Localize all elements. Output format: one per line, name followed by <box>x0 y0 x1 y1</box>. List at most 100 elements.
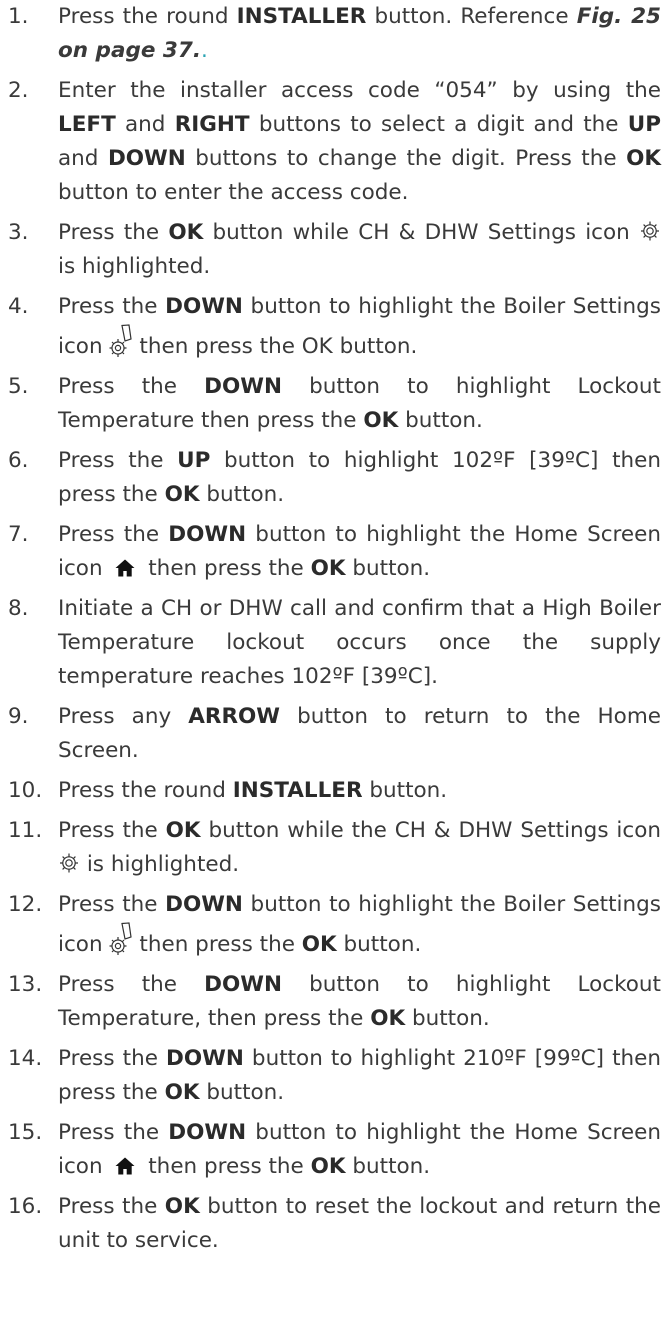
step-text: Enter the installer access code “054” by… <box>58 78 661 103</box>
step-number: 12. <box>8 892 43 917</box>
instruction-step: 13. Press the DOWN button to highlight Lo… <box>8 968 661 1036</box>
step-text: buttons to change the digit. Press the <box>185 146 627 171</box>
button-name-emphasis: OK <box>370 1006 406 1031</box>
step-text: Press the <box>58 1194 165 1219</box>
boiler-settings-icon <box>109 324 139 358</box>
button-name-emphasis: RIGHT <box>174 112 250 137</box>
instruction-step: 16. Press the OK button to reset the lock… <box>8 1190 661 1258</box>
button-name-emphasis: DOWN <box>168 1120 247 1145</box>
instruction-step: 1. Press the round INSTALLER button. Refe… <box>8 0 661 68</box>
step-number: 14. <box>8 1046 43 1071</box>
step-text: button to enter the access code. <box>58 180 409 205</box>
step-number: 9. <box>8 704 29 729</box>
button-name-emphasis: OK <box>165 818 201 843</box>
step-text: button. <box>398 408 483 433</box>
step-text: buttons to select a digit and the <box>249 112 628 137</box>
button-name-emphasis: DOWN <box>204 972 282 997</box>
instruction-step: 9. Press any ARROW button to return to th… <box>8 700 661 768</box>
step-number: 2. <box>8 78 29 103</box>
button-name-emphasis: DOWN <box>165 892 243 917</box>
button-name-emphasis: OK <box>164 482 200 507</box>
button-name-emphasis: INSTALLER <box>236 4 367 29</box>
step-text: Press the <box>58 818 166 843</box>
step-text: button. <box>336 932 422 957</box>
step-text: Press the round <box>58 778 233 803</box>
step-text: button. Reference <box>366 4 577 29</box>
instruction-step: 2. Enter the installer access code “054” … <box>8 74 661 210</box>
stray-period: . <box>201 38 208 63</box>
button-name-emphasis: DOWN <box>165 294 243 319</box>
instruction-step: 14. Press the DOWN button to highlight 21… <box>8 1042 661 1110</box>
step-text: Press the <box>58 294 166 319</box>
step-text: button. <box>362 778 448 803</box>
button-name-emphasis: OK <box>164 1194 200 1219</box>
step-text: and <box>115 112 175 137</box>
step-text: is highlighted. <box>58 254 211 279</box>
home-icon <box>115 559 135 577</box>
instruction-step: 15. Press the DOWN button to highlight th… <box>8 1116 661 1184</box>
instruction-step: 4. Press the DOWN button to highlight the… <box>8 290 661 364</box>
button-name-emphasis: DOWN <box>166 1046 244 1071</box>
step-text: Press the <box>58 522 169 547</box>
instruction-step: 5. Press the DOWN button to highlight Loc… <box>8 370 661 438</box>
instruction-step: 11. Press the OK button while the CH & DH… <box>8 814 661 882</box>
step-text: Press the <box>58 892 166 917</box>
button-name-emphasis: OK <box>310 1154 346 1179</box>
step-text: Press the <box>58 448 178 473</box>
step-text: Press the <box>58 374 205 399</box>
button-name-emphasis: UP <box>177 448 211 473</box>
step-text: button. <box>199 1080 285 1105</box>
button-name-emphasis: OK <box>164 1080 200 1105</box>
instruction-step: 10. Press the round INSTALLER button. <box>8 774 661 808</box>
step-text: Press the <box>58 220 169 245</box>
instruction-step: 6. Press the UP button to highlight 102ºF… <box>8 444 661 512</box>
step-text: button. <box>405 1006 490 1031</box>
step-number: 13. <box>8 972 43 997</box>
step-number: 8. <box>8 596 29 621</box>
button-name-emphasis: DOWN <box>204 374 282 399</box>
step-text: button. <box>199 482 285 507</box>
step-text: button while the CH & DHW Settings icon <box>200 818 661 843</box>
step-text: Initiate a CH or DHW call and confirm th… <box>58 596 661 689</box>
button-name-emphasis: OK <box>301 932 337 957</box>
step-text: button. <box>345 1154 431 1179</box>
step-text: and <box>58 146 108 171</box>
instruction-step: 3. Press the OK button while CH & DHW Set… <box>8 216 661 284</box>
step-text: button while CH & DHW Settings icon <box>203 220 639 245</box>
step-number: 7. <box>8 522 29 547</box>
step-number: 6. <box>8 448 29 473</box>
step-number: 3. <box>8 220 29 245</box>
step-text: then press the <box>141 556 311 581</box>
instruction-step: 12. Press the DOWN button to highlight th… <box>8 888 661 962</box>
step-text: Press the <box>58 972 205 997</box>
instruction-step: 7. Press the DOWN button to highlight the… <box>8 518 661 586</box>
button-name-emphasis: LEFT <box>58 112 116 137</box>
gear-settings-icon <box>639 219 661 243</box>
step-text: Press the <box>58 1046 167 1071</box>
instruction-step: 8. Initiate a CH or DHW call and confirm … <box>8 592 661 694</box>
step-number: 11. <box>8 818 43 843</box>
button-name-emphasis: OK <box>168 220 204 245</box>
gear-settings-icon <box>58 851 80 875</box>
step-list: 1. Press the round INSTALLER button. Refe… <box>8 0 661 1258</box>
step-text: then press the <box>139 932 302 957</box>
step-text: Press the <box>58 1120 169 1145</box>
button-name-emphasis: DOWN <box>107 146 186 171</box>
step-text: is highlighted. <box>80 852 240 877</box>
home-icon <box>115 1157 135 1175</box>
step-number: 15. <box>8 1120 43 1145</box>
boiler-settings-icon <box>109 922 139 956</box>
step-number: 1. <box>8 4 29 29</box>
button-name-emphasis: DOWN <box>168 522 247 547</box>
step-text: Press any <box>58 704 189 729</box>
step-number: 16. <box>8 1194 43 1219</box>
step-text: then press the OK button. <box>139 334 418 359</box>
instruction-page: 1. Press the round INSTALLER button. Refe… <box>0 0 671 1258</box>
button-name-emphasis: UP <box>627 112 661 137</box>
step-number: 5. <box>8 374 29 399</box>
step-text: Press the round <box>58 4 237 29</box>
button-name-emphasis: OK <box>626 146 661 171</box>
button-name-emphasis: OK <box>310 556 346 581</box>
step-number: 10. <box>8 778 43 803</box>
step-text: then press the <box>141 1154 311 1179</box>
